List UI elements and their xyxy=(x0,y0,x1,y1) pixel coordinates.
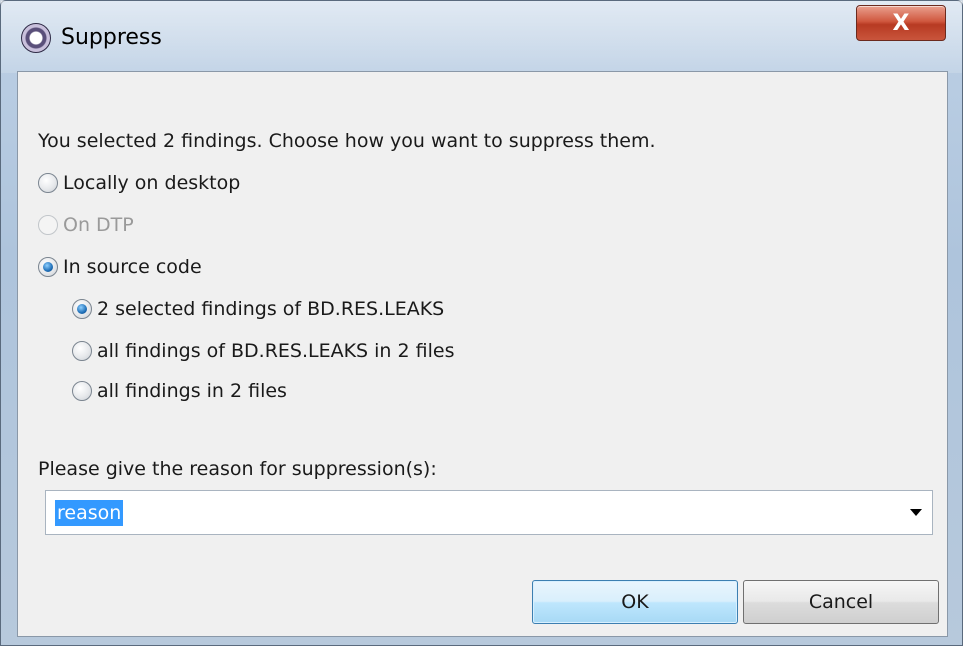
radio-selected-findings[interactable]: 2 selected findings of BD.RES.LEAKS xyxy=(72,298,444,320)
ok-button[interactable]: OK xyxy=(532,580,738,624)
radio-label: In source code xyxy=(63,256,202,278)
radio-icon[interactable] xyxy=(72,381,92,401)
radio-label: 2 selected findings of BD.RES.LEAKS xyxy=(97,298,445,320)
reason-input[interactable]: reason xyxy=(55,500,124,526)
radio-on-dtp: On DTP xyxy=(38,214,134,236)
window-title: Suppress xyxy=(61,25,162,50)
reason-combobox[interactable]: reason xyxy=(45,490,933,535)
app-icon xyxy=(21,23,51,53)
dialog-content: You selected 2 findings. Choose how you … xyxy=(17,71,948,637)
suppress-dialog-window: Suppress X You selected 2 findings. Choo… xyxy=(0,0,963,646)
reason-label: Please give the reason for suppression(s… xyxy=(38,458,437,480)
prompt-text: You selected 2 findings. Choose how you … xyxy=(38,130,656,152)
radio-label: Locally on desktop xyxy=(63,172,241,194)
radio-icon[interactable] xyxy=(38,257,58,277)
radio-label: On DTP xyxy=(63,214,134,236)
chevron-down-icon[interactable] xyxy=(910,509,922,516)
radio-all-findings-in-files[interactable]: all findings in 2 files xyxy=(72,380,287,402)
radio-all-findings-of-rule[interactable]: all findings of BD.RES.LEAKS in 2 files xyxy=(72,340,454,362)
radio-icon[interactable] xyxy=(72,299,92,319)
radio-label: all findings of BD.RES.LEAKS in 2 files xyxy=(97,340,455,362)
close-icon: X xyxy=(892,10,910,36)
radio-locally-on-desktop[interactable]: Locally on desktop xyxy=(38,172,240,194)
title-bar[interactable]: Suppress X xyxy=(1,1,962,73)
cancel-button[interactable]: Cancel xyxy=(743,580,939,624)
radio-icon xyxy=(38,215,58,235)
radio-in-source-code[interactable]: In source code xyxy=(38,256,202,278)
radio-icon[interactable] xyxy=(72,341,92,361)
radio-icon[interactable] xyxy=(38,173,58,193)
radio-label: all findings in 2 files xyxy=(97,380,287,402)
close-button[interactable]: X xyxy=(856,5,946,41)
